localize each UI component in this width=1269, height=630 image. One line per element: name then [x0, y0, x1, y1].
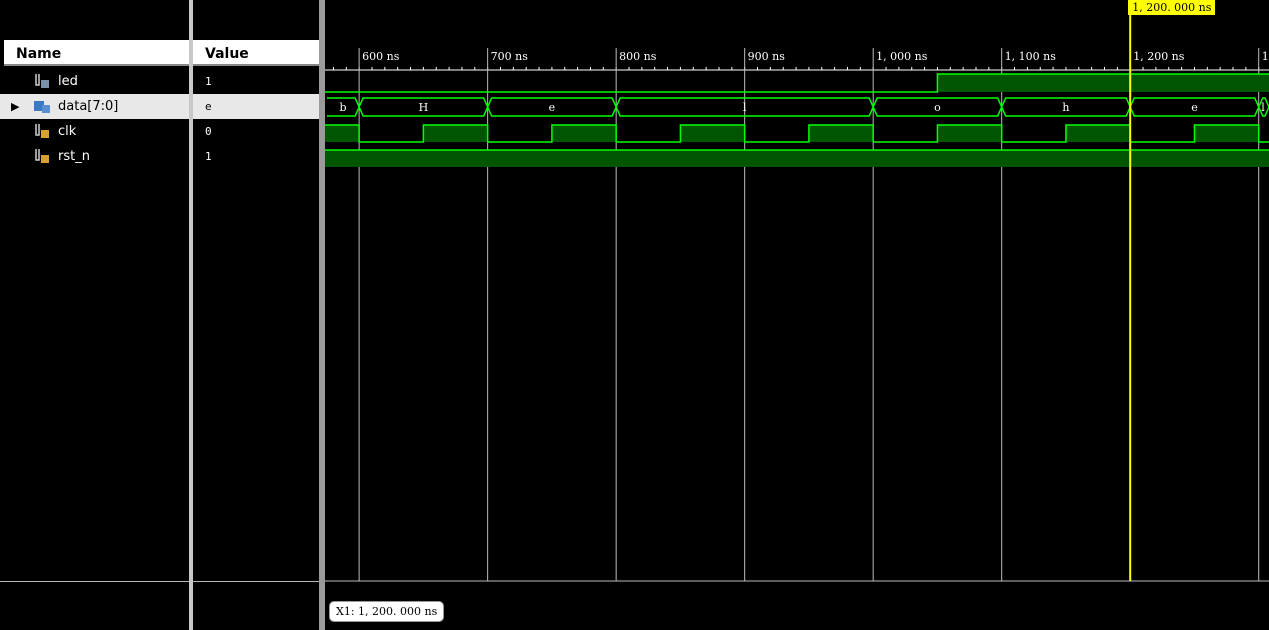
- value-rst-n: 1: [205, 150, 212, 163]
- clk-high-fill: [937, 125, 1002, 142]
- cursor-readout: X1: 1, 200. 000 ns: [329, 601, 445, 622]
- bus-signal-icon: [34, 98, 50, 114]
- ruler-tick-label: 900 ns: [748, 50, 786, 63]
- name-pane: Name led ▶ data[7:0] clk rst_n: [0, 0, 189, 630]
- bit-signal-icon: [34, 148, 50, 164]
- data-bus-label: l: [1261, 101, 1265, 114]
- bit-signal-icon: [34, 73, 50, 89]
- data-bus-label: l: [743, 101, 747, 114]
- rst-n-high-fill: [325, 150, 1269, 167]
- ruler-tick-label: 1, 200 ns: [1133, 50, 1185, 63]
- ruler-tick-label: 800 ns: [619, 50, 657, 63]
- data-bus-label: e: [1191, 101, 1198, 114]
- clk-high-fill: [423, 125, 488, 142]
- value-data: e: [193, 94, 319, 119]
- clk-high-fill: [325, 125, 360, 142]
- signal-name: led: [58, 74, 78, 89]
- value-led: 1: [205, 75, 212, 88]
- signal-name: clk: [58, 124, 77, 139]
- signal-name: data[7:0]: [58, 99, 119, 114]
- bit-signal-icon: [34, 123, 50, 139]
- signal-row-data[interactable]: ▶ data[7:0]: [0, 94, 189, 119]
- value-clk: 0: [205, 125, 212, 138]
- data-bus-label: o: [934, 101, 941, 114]
- expand-arrow-icon[interactable]: ▶: [11, 94, 19, 119]
- clk-high-fill: [808, 125, 874, 142]
- data-bus-label: b: [340, 101, 347, 114]
- name-column-header[interactable]: Name: [4, 40, 189, 66]
- data-bus-label: H: [419, 101, 429, 114]
- signal-row-clk[interactable]: clk: [0, 119, 189, 144]
- signal-row-rst-n[interactable]: rst_n: [0, 144, 189, 169]
- value-column-header[interactable]: Value: [193, 40, 319, 66]
- clk-high-fill: [1065, 125, 1131, 142]
- data-bus-label: e: [549, 101, 556, 114]
- ruler-tick-label: 1, 100 ns: [1005, 50, 1057, 63]
- clk-high-fill: [680, 125, 745, 142]
- ruler-tick-label: 700 ns: [491, 50, 529, 63]
- ruler-tick-label: 1, 000 ns: [876, 50, 928, 63]
- cursor-time-label[interactable]: 1, 200. 000 ns: [1128, 0, 1216, 15]
- signal-name: rst_n: [58, 149, 90, 164]
- clk-high-fill: [551, 125, 617, 142]
- pane-bottom-divider: [0, 581, 189, 582]
- pane-bottom-divider: [193, 581, 319, 582]
- led-high-fill: [937, 74, 1269, 92]
- value-pane: Value 1 e 0 1: [193, 0, 319, 630]
- signal-row-led[interactable]: led: [0, 69, 189, 94]
- clk-high-fill: [1194, 125, 1259, 142]
- waveform-pane[interactable]: 600 ns 700 ns 800 ns 900 ns 1, 000 ns 1, 100 …: [325, 0, 1269, 630]
- ruler-tick-label: 600 ns: [362, 50, 400, 63]
- waveform-canvas[interactable]: 600 ns 700 ns 800 ns 900 ns 1, 000 ns 1, 100 …: [325, 0, 1269, 630]
- data-bus-label: h: [1062, 101, 1069, 114]
- ruler-tick-label: 1, 30: [1262, 50, 1269, 63]
